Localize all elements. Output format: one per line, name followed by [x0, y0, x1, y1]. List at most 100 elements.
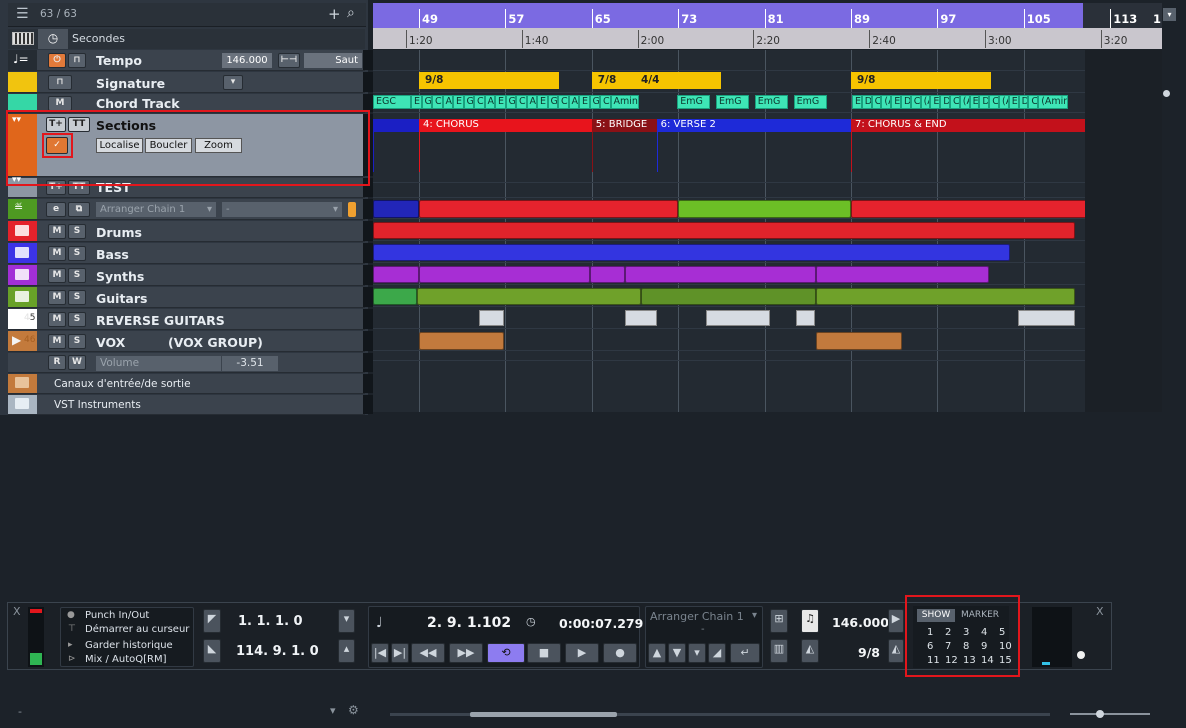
- folder-track-reverse-guitars[interactable]: 45 M S REVERSE GUITARS: [8, 309, 373, 330]
- automation-parameter[interactable]: Volume: [96, 356, 221, 371]
- arranger-chain-select[interactable]: Arranger Chain 1: [650, 610, 744, 623]
- zoom-knob[interactable]: [1096, 710, 1104, 718]
- chord-event[interactable]: (A: [999, 95, 1009, 109]
- vertical-scrollbar[interactable]: [1163, 60, 1170, 700]
- punch-in-out-label[interactable]: Punch In/Out: [85, 610, 149, 621]
- solo-button[interactable]: S: [68, 334, 86, 349]
- section-event[interactable]: 5: BRIDGE: [591, 119, 657, 132]
- zoom-slider[interactable]: [1070, 713, 1150, 715]
- mute-button[interactable]: M: [48, 224, 66, 239]
- chord-event[interactable]: C: [910, 95, 921, 109]
- tempo-display[interactable]: 146.000: [832, 615, 889, 630]
- drums-part[interactable]: [373, 222, 1075, 239]
- chord-event[interactable]: C: [432, 95, 443, 109]
- reverse-guitar-clip[interactable]: [1018, 310, 1075, 326]
- mute-button[interactable]: M: [48, 290, 66, 305]
- chord-event[interactable]: EGC: [373, 95, 411, 109]
- chord-event[interactable]: C: [871, 95, 882, 109]
- go-to-end-button[interactable]: ▶|: [391, 643, 409, 663]
- tempo-track-button[interactable]: ◭: [801, 639, 819, 663]
- synth-part[interactable]: [816, 266, 989, 283]
- read-button[interactable]: R: [48, 355, 66, 370]
- section-event[interactable]: 7: CHORUS & END: [851, 119, 1116, 132]
- chord-event[interactable]: (Amin: [1038, 95, 1069, 109]
- arranger-event-part[interactable]: [419, 200, 679, 218]
- metronome-button[interactable]: ♫: [801, 609, 819, 633]
- chord-event[interactable]: (A: [959, 95, 970, 109]
- chord-event[interactable]: A: [484, 95, 495, 109]
- chord-event[interactable]: C: [600, 95, 611, 109]
- aux-button[interactable]: ▥: [770, 639, 788, 663]
- position-time-display[interactable]: 0:00:07.279: [559, 616, 643, 631]
- close-icon[interactable]: X: [1096, 605, 1104, 618]
- solo-button[interactable]: S: [68, 312, 86, 327]
- arranger-mode-button[interactable]: e: [46, 202, 66, 217]
- signature-event[interactable]: 7/8: [591, 72, 635, 89]
- chord-event[interactable]: G: [589, 95, 600, 109]
- rewind-button[interactable]: ◀◀: [411, 643, 445, 663]
- chord-event[interactable]: E: [537, 95, 548, 109]
- start-cursor-label[interactable]: Démarrer au curseur: [85, 624, 189, 635]
- cycle-button[interactable]: ⟲: [487, 643, 525, 663]
- scroll-thumb[interactable]: [1163, 90, 1170, 97]
- marker-prev-button[interactable]: ▶: [888, 609, 904, 633]
- play-button[interactable]: ▶: [565, 643, 599, 663]
- chevron-down-icon[interactable]: ▾: [752, 610, 757, 621]
- stop-button[interactable]: ■: [527, 643, 561, 663]
- chord-event[interactable]: EmG: [754, 95, 788, 109]
- solo-button[interactable]: S: [68, 246, 86, 261]
- guitar-part[interactable]: [816, 288, 1075, 305]
- reverse-guitar-clip[interactable]: [479, 310, 504, 326]
- arranger-last-button[interactable]: ◢: [708, 643, 726, 663]
- signature-event[interactable]: 9/8: [851, 72, 992, 89]
- chord-event[interactable]: D: [1018, 95, 1029, 109]
- chord-event[interactable]: D: [861, 95, 872, 109]
- signature-event[interactable]: 9/8: [419, 72, 560, 89]
- chord-event[interactable]: E: [453, 95, 464, 109]
- vox-part[interactable]: [419, 332, 504, 350]
- go-to-start-button[interactable]: |◀: [371, 643, 389, 663]
- ruler-menu-icon[interactable]: ▾: [1163, 8, 1176, 21]
- reverse-guitar-clip[interactable]: [796, 310, 815, 326]
- close-icon[interactable]: X: [13, 605, 21, 618]
- chord-event[interactable]: (A: [881, 95, 892, 109]
- position-bars-display[interactable]: 2. 9. 1.102: [427, 615, 511, 631]
- chord-event[interactable]: E: [891, 95, 901, 109]
- marker-next-button[interactable]: ◭: [888, 639, 904, 663]
- arranger-first-button[interactable]: ▲: [648, 643, 666, 663]
- event-display[interactable]: 9/8 7/8 4/4 9/8 EGC E G C A E G C A E G C A E G C A E G C Amin Em…: [373, 50, 1162, 412]
- chord-event[interactable]: D: [979, 95, 990, 109]
- chord-event[interactable]: D: [940, 95, 950, 109]
- chord-event[interactable]: C: [516, 95, 527, 109]
- lock-icon[interactable]: ⊓: [48, 75, 72, 90]
- chord-event[interactable]: C: [558, 95, 569, 109]
- folder-track-vox[interactable]: 46 ▶ M S VOX (VOX GROUP): [8, 331, 373, 352]
- keep-history-label[interactable]: Garder historique: [85, 640, 173, 651]
- synth-part[interactable]: [590, 266, 625, 283]
- folder-track-bass[interactable]: M S Bass: [8, 243, 373, 264]
- chevron-down-icon[interactable]: ▾: [330, 704, 336, 717]
- chord-event[interactable]: EmG: [716, 95, 749, 109]
- guitar-part[interactable]: [641, 288, 816, 305]
- punch-out-button[interactable]: ▴: [338, 639, 355, 663]
- left-locator-display[interactable]: 1. 1. 1. 0: [238, 614, 303, 629]
- arranger-event-part[interactable]: [678, 200, 851, 218]
- add-track-icon[interactable]: +: [328, 5, 341, 23]
- mute-button[interactable]: M: [48, 312, 66, 327]
- chord-event[interactable]: Amin: [610, 95, 639, 109]
- guitar-part[interactable]: [417, 288, 641, 305]
- horizontal-scrollbar[interactable]: [390, 712, 1050, 717]
- lock-icon[interactable]: ⊓: [68, 53, 86, 68]
- chord-event[interactable]: D: [901, 95, 911, 109]
- fast-forward-button[interactable]: ▶▶: [449, 643, 483, 663]
- section-event[interactable]: 6: VERSE 2: [656, 119, 851, 132]
- clock-icon[interactable]: ◷: [38, 29, 68, 49]
- chord-event[interactable]: C: [989, 95, 999, 109]
- scroll-thumb[interactable]: [470, 712, 617, 717]
- chord-event[interactable]: G: [505, 95, 516, 109]
- chord-event[interactable]: G: [421, 95, 432, 109]
- reverse-guitar-clip[interactable]: [706, 310, 770, 326]
- punch-in-button[interactable]: ▾: [338, 609, 355, 633]
- tempo-track[interactable]: ♩= ⏻ ⊓ Tempo 146.000 ⊢⊣ Saut: [8, 50, 373, 71]
- chord-event[interactable]: E: [579, 95, 590, 109]
